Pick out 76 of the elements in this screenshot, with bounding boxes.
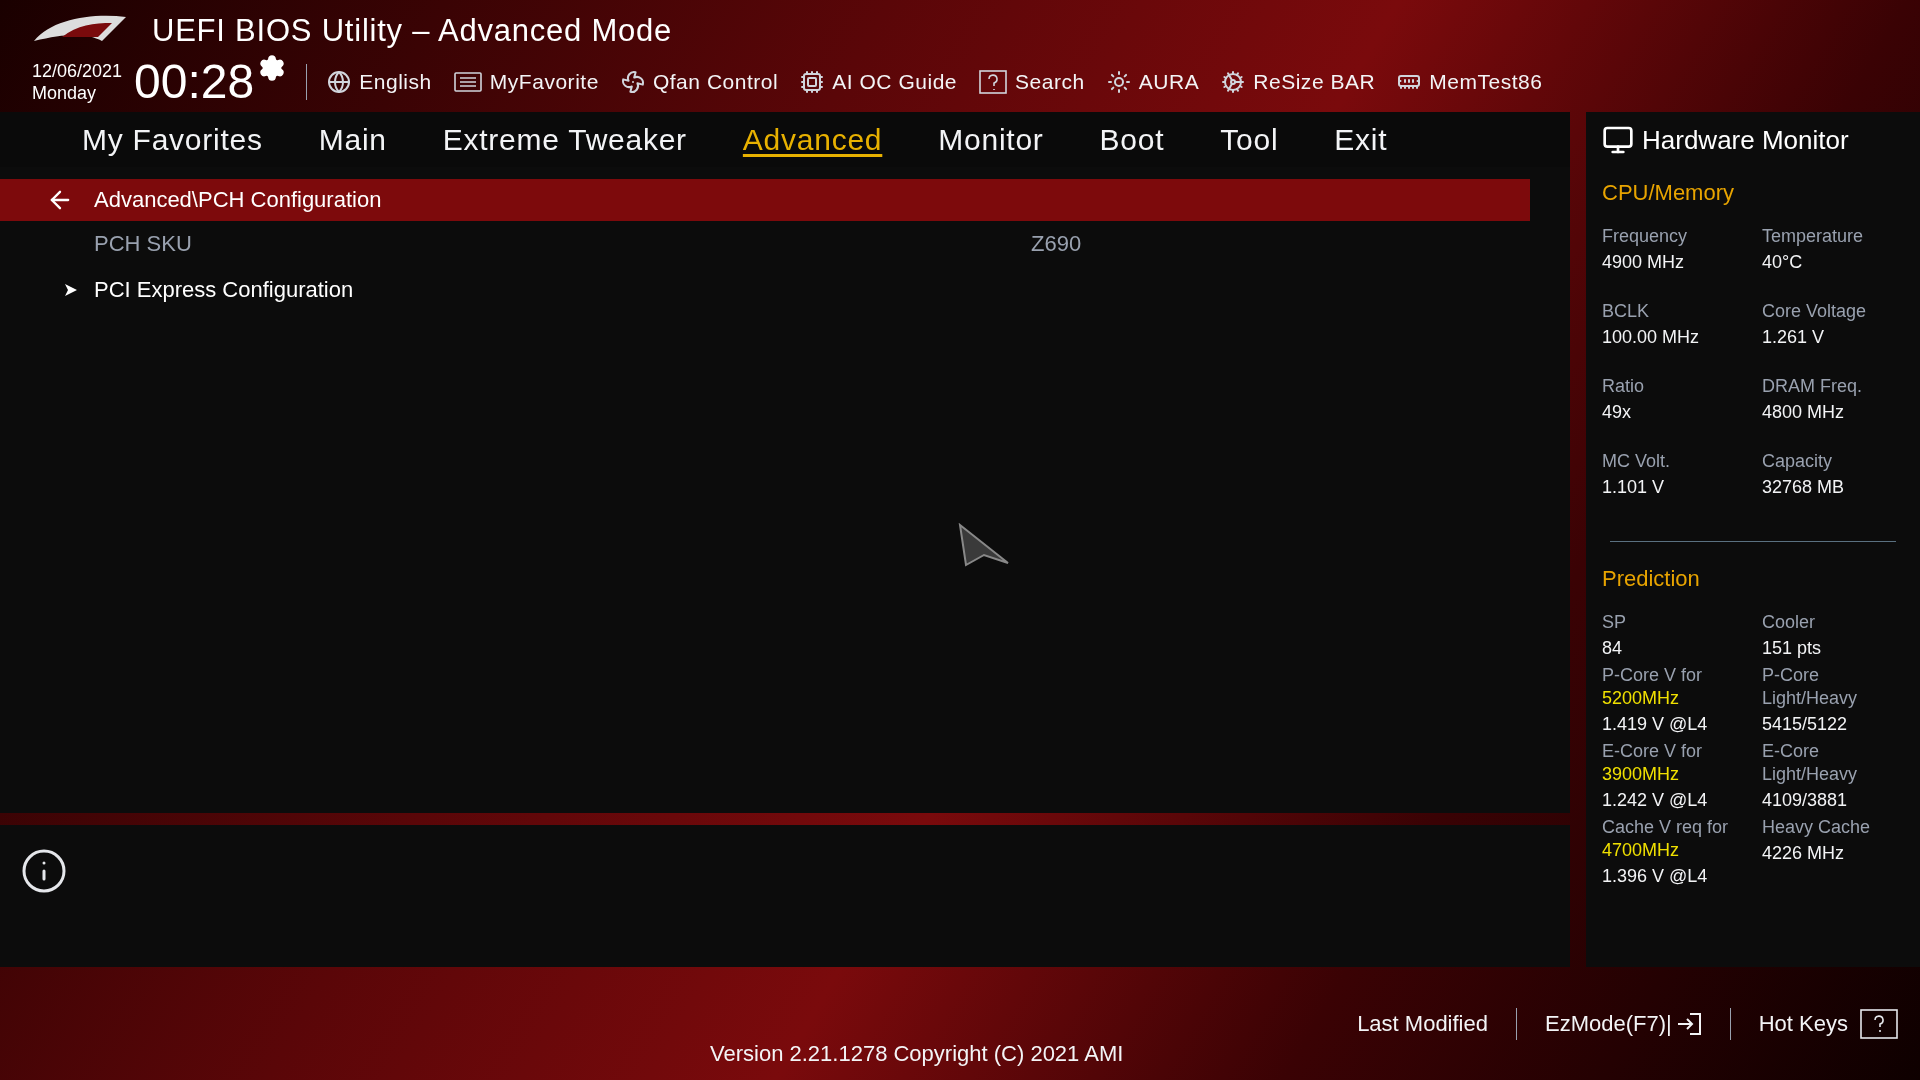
submenu-arrow-icon xyxy=(64,282,78,297)
toolbar-button[interactable]: Search xyxy=(979,66,1085,98)
setting-value: Z690 xyxy=(1031,230,1082,259)
metric-label: Temperature xyxy=(1762,225,1865,248)
nav-tab[interactable]: Main xyxy=(318,116,387,162)
metric-value: 40°C xyxy=(1762,251,1804,274)
footer-button[interactable]: Last Modified xyxy=(1357,1007,1488,1040)
nav-tab[interactable]: Advanced xyxy=(742,116,883,162)
metric-label: P-Core V for 5200MHz xyxy=(1602,664,1704,710)
chip-gear-icon xyxy=(1221,70,1246,94)
globe-icon xyxy=(327,70,352,94)
metric-value: 1.101 V xyxy=(1602,476,1666,499)
metric-label: P-Core Light/Heavy xyxy=(1762,664,1859,710)
metric-label: Capacity xyxy=(1762,450,1834,473)
submenu-item[interactable]: PCI Express Configuration xyxy=(94,273,354,307)
panel-title: Hardware Monitor xyxy=(1642,123,1849,157)
day-text: Monday xyxy=(32,82,98,105)
metric-value: 84 xyxy=(1602,637,1624,660)
metric-label: E-Core V for 3900MHz xyxy=(1602,740,1704,786)
fan-icon xyxy=(620,70,645,94)
metric-value: 4109/3881 xyxy=(1762,789,1849,812)
metric-label: Cooler xyxy=(1762,611,1817,634)
metric-label: DRAM Freq. xyxy=(1762,375,1863,398)
metric-label: MC Volt. xyxy=(1602,450,1672,473)
metric-value: 1.419 V @L4 xyxy=(1602,713,1709,736)
nav-tab[interactable]: My Favorites xyxy=(82,116,263,162)
metric-label: Cache V req for 4700MHz xyxy=(1602,816,1730,862)
version-text: Version 2.21.1278 Copyright (C) 2021 AMI xyxy=(710,1040,1124,1068)
nav-tab[interactable]: Exit xyxy=(1334,116,1388,162)
list-icon xyxy=(453,72,482,92)
metric-label: Frequency xyxy=(1602,225,1689,248)
toolbar-button[interactable]: AI OC Guide xyxy=(800,66,958,98)
date-text: 12/06/2021 xyxy=(32,59,123,82)
footer-button[interactable]: Hot Keys xyxy=(1758,1007,1898,1040)
metric-label: Core Voltage xyxy=(1762,300,1868,323)
toolbar-button[interactable]: ReSize BAR xyxy=(1221,66,1376,98)
toolbar-button[interactable]: MemTest86 xyxy=(1397,66,1543,98)
metric-value: 1.242 V @L4 xyxy=(1602,789,1709,812)
metric-value: 5415/5122 xyxy=(1762,713,1849,736)
footer-button[interactable]: EzMode(F7)| xyxy=(1545,1007,1702,1040)
metric-value: 32768 MB xyxy=(1762,476,1846,499)
chip-icon xyxy=(800,70,825,94)
metric-label: E-Core Light/Heavy xyxy=(1762,740,1859,786)
metric-value: 4800 MHz xyxy=(1762,401,1846,424)
mouse-pointer-icon xyxy=(958,522,1010,567)
metric-value: 4226 MHz xyxy=(1762,842,1846,865)
toolbar-button[interactable]: English xyxy=(327,66,432,98)
metric-label: BCLK xyxy=(1602,300,1651,323)
metric-value: 151 pts xyxy=(1762,637,1823,660)
metric-value: 1.261 V xyxy=(1762,326,1826,349)
metric-value: 49x xyxy=(1602,401,1633,424)
help-icon xyxy=(1860,1008,1898,1039)
nav-tab[interactable]: Boot xyxy=(1099,116,1165,162)
sun-icon xyxy=(1106,70,1131,94)
monitor-icon xyxy=(1602,124,1634,156)
search-icon xyxy=(979,70,1008,94)
section-title: CPU/Memory xyxy=(1602,179,1735,207)
metric-label: Heavy Cache xyxy=(1762,816,1872,839)
metric-value: 1.396 V @L4 xyxy=(1602,865,1709,888)
toolbar-button[interactable]: Qfan Control xyxy=(620,66,779,98)
metric-value: 100.00 MHz xyxy=(1602,326,1701,349)
nav-tab[interactable]: Extreme Tweaker xyxy=(442,116,687,162)
metric-label: Ratio xyxy=(1602,375,1646,398)
breadcrumb-text: Advanced\PCH Configuration xyxy=(94,186,382,215)
setting-label: PCH SKU xyxy=(94,230,193,259)
clock-text: 00:28 xyxy=(134,58,255,106)
toolbar-button[interactable]: AURA xyxy=(1106,66,1200,98)
metric-label: SP xyxy=(1602,611,1627,634)
nav-tab[interactable]: Tool xyxy=(1220,116,1279,162)
toolbar-button[interactable]: MyFavorite xyxy=(453,66,599,98)
nav-tab[interactable]: Monitor xyxy=(938,116,1044,162)
window-title: UEFI BIOS Utility – Advanced Mode xyxy=(152,11,673,50)
metric-value: 4900 MHz xyxy=(1602,251,1686,274)
section-title: Prediction xyxy=(1602,565,1701,593)
exit-arrow-icon xyxy=(1675,1011,1702,1036)
breadcrumb-bar[interactable]: Advanced\PCH Configuration xyxy=(0,178,1530,221)
